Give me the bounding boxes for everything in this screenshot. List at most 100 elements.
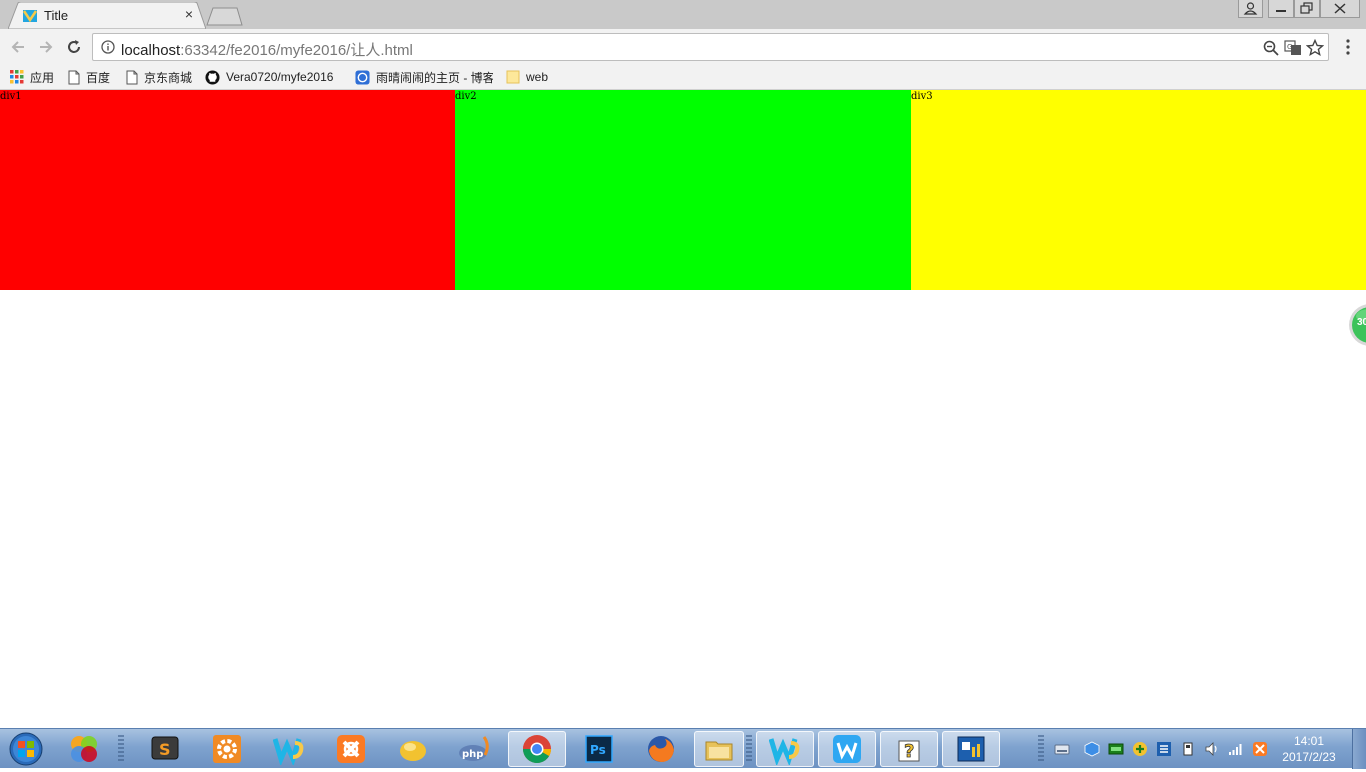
photoshop-icon: Ps bbox=[585, 735, 613, 763]
taskbar-firefox[interactable] bbox=[634, 731, 688, 767]
keyboard-icon[interactable] bbox=[1054, 741, 1070, 757]
clock-time: 14:01 bbox=[1293, 734, 1325, 748]
tab-close-icon[interactable]: × bbox=[182, 7, 196, 21]
div2-box: div2 bbox=[455, 90, 911, 290]
taskbar-wps[interactable] bbox=[818, 731, 876, 767]
signal-bars-icon[interactable] bbox=[1228, 741, 1244, 757]
usb-device-icon[interactable] bbox=[1180, 741, 1196, 757]
menu-dots-icon[interactable] bbox=[1341, 38, 1355, 56]
page-content: div1 div2 div3 30 bbox=[0, 90, 1366, 728]
url-text: localhost:63342/fe2016/myfe2016/让人.html bbox=[121, 39, 413, 60]
floating-badge[interactable]: 30 bbox=[1347, 303, 1366, 347]
floating-badge-label: 30 bbox=[1357, 317, 1366, 328]
address-bar[interactable]: localhost:63342/fe2016/myfe2016/让人.html … bbox=[92, 33, 1329, 61]
url-host: localhost bbox=[121, 42, 181, 59]
bookmark-label: web bbox=[526, 70, 549, 84]
volume-icon[interactable] bbox=[1204, 741, 1220, 757]
svg-text:S: S bbox=[159, 740, 171, 759]
apps-grid-icon bbox=[10, 70, 24, 84]
restore-icon bbox=[1300, 2, 1313, 14]
taskbar-photoshop[interactable]: Ps bbox=[572, 731, 626, 767]
div3-label: div3 bbox=[911, 91, 933, 102]
profile-button[interactable] bbox=[1238, 0, 1263, 18]
div1-box: div1 bbox=[0, 90, 455, 290]
app-colorful-icon bbox=[71, 736, 97, 762]
star-icon[interactable] bbox=[1306, 39, 1324, 57]
taskbar-webstorm-2[interactable] bbox=[756, 731, 814, 767]
taskbar-media[interactable] bbox=[942, 731, 1000, 767]
svg-text:php: php bbox=[462, 749, 483, 760]
start-button[interactable] bbox=[6, 731, 46, 767]
cube-icon[interactable] bbox=[1084, 741, 1100, 757]
bookmark-github[interactable]: Vera0720/myfe2016 bbox=[205, 68, 333, 86]
svg-text:G: G bbox=[1287, 43, 1292, 51]
bookmark-blog[interactable]: 雨晴闹闹的主页 - 博客 bbox=[355, 68, 493, 86]
taskbar-help[interactable]: ? bbox=[880, 731, 938, 767]
tab-title: Title bbox=[44, 8, 69, 23]
xampp-icon bbox=[337, 735, 365, 763]
bookmark-web-folder[interactable]: web bbox=[506, 68, 548, 86]
person-icon bbox=[1243, 2, 1258, 15]
taskbar-grip bbox=[1038, 735, 1044, 763]
minimize-icon bbox=[1276, 10, 1286, 12]
webstorm-favicon-icon bbox=[22, 10, 38, 23]
taskbar-grip bbox=[118, 735, 124, 763]
show-desktop-button[interactable] bbox=[1352, 729, 1366, 769]
bookmark-label: 百度 bbox=[86, 70, 111, 85]
bookmarks-bar: 应用 百度 京东商城 Vera0720/myfe2016 雨晴闹闹的主页 - 博… bbox=[0, 64, 1366, 90]
bookmark-label: 京东商城 bbox=[144, 70, 193, 85]
forward-arrow-icon[interactable] bbox=[36, 37, 56, 57]
page-icon bbox=[68, 70, 80, 84]
browser-toolbar: localhost:63342/fe2016/myfe2016/让人.html … bbox=[0, 29, 1366, 64]
network-meter-icon[interactable] bbox=[1108, 741, 1124, 757]
zoom-icon[interactable] bbox=[1262, 39, 1280, 57]
div1-label: div1 bbox=[0, 91, 22, 102]
info-icon[interactable] bbox=[101, 40, 115, 54]
taskbar-colorful-app[interactable] bbox=[57, 731, 111, 767]
taskbar-sublime[interactable]: S bbox=[138, 731, 192, 767]
minimize-button[interactable] bbox=[1268, 0, 1294, 18]
restore-button[interactable] bbox=[1294, 0, 1320, 18]
php-icon: php bbox=[459, 736, 489, 761]
taskbar-explorer[interactable] bbox=[694, 731, 744, 767]
list-icon[interactable] bbox=[1156, 741, 1172, 757]
blog-icon bbox=[355, 69, 370, 85]
start-orb-icon bbox=[9, 732, 43, 766]
taskbar-chrome[interactable] bbox=[508, 731, 566, 767]
help-icon: ? bbox=[898, 740, 920, 762]
taskbar: S php Ps ? 14:01 2017/2/23 bbox=[0, 728, 1366, 769]
close-window-button[interactable] bbox=[1320, 0, 1360, 18]
new-tab-button[interactable] bbox=[205, 6, 243, 26]
translate-icon[interactable]: G bbox=[1284, 39, 1302, 57]
taskbar-settings[interactable] bbox=[200, 731, 254, 767]
svg-text:?: ? bbox=[904, 741, 914, 762]
div2-label: div2 bbox=[455, 91, 477, 102]
bookmark-label: 应用 bbox=[30, 70, 55, 85]
back-arrow-icon[interactable] bbox=[8, 37, 28, 57]
xampp-tray-icon[interactable] bbox=[1252, 741, 1268, 757]
sublime-text-icon: S bbox=[151, 736, 179, 760]
firefox-icon bbox=[648, 736, 674, 762]
close-icon bbox=[1334, 3, 1346, 14]
div3-box: div3 bbox=[911, 90, 1366, 290]
yellow-app-icon bbox=[400, 741, 426, 761]
bookmark-jd[interactable]: 京东商城 bbox=[126, 68, 192, 86]
tab-strip: Title × bbox=[0, 0, 1366, 29]
taskbar-clock[interactable]: 14:01 2017/2/23 bbox=[1274, 733, 1344, 765]
browser-tab[interactable]: Title × bbox=[8, 2, 206, 29]
plus-icon[interactable] bbox=[1132, 741, 1148, 757]
taskbar-xampp[interactable] bbox=[324, 731, 378, 767]
taskbar-php[interactable]: php bbox=[448, 731, 502, 767]
taskbar-webstorm[interactable] bbox=[262, 731, 316, 767]
reload-icon[interactable] bbox=[64, 37, 84, 57]
bookmark-baidu[interactable]: 百度 bbox=[68, 68, 110, 86]
taskbar-yellow-app[interactable] bbox=[386, 731, 440, 767]
svg-text:Ps: Ps bbox=[590, 743, 606, 757]
folder-icon bbox=[506, 70, 520, 84]
chrome-icon bbox=[523, 735, 551, 763]
bookmark-apps[interactable]: 应用 bbox=[10, 68, 54, 86]
github-icon bbox=[205, 69, 220, 85]
explorer-icon bbox=[705, 741, 733, 761]
bookmark-label: Vera0720/myfe2016 bbox=[226, 70, 334, 84]
url-path: :63342/fe2016/myfe2016/让人.html bbox=[180, 42, 413, 59]
